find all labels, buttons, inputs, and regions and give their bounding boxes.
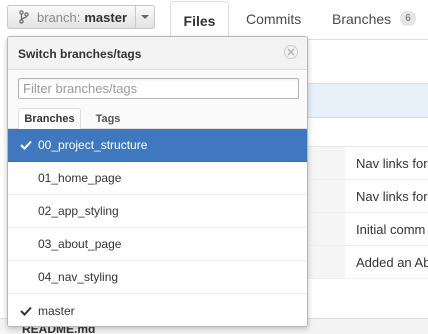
close-icon[interactable]: [284, 45, 298, 59]
tab-branches[interactable]: Branches: [332, 11, 391, 27]
branch-list: 00_project_structure 01_home_page 02_app…: [8, 129, 307, 326]
branches-count-badge: 6: [400, 11, 416, 26]
branch-item-label: 02_app_styling: [38, 204, 119, 218]
dropdown-title: Switch branches/tags: [18, 47, 142, 61]
tab-files[interactable]: Files: [170, 1, 229, 40]
tab-commits[interactable]: Commits: [246, 11, 301, 27]
branch-item-label: 01_home_page: [38, 171, 122, 185]
tab-tags-list[interactable]: Tags: [88, 108, 128, 129]
branch-item-01-home-page[interactable]: 01_home_page: [8, 162, 307, 195]
filter-branches-input[interactable]: [18, 78, 299, 99]
branch-item-00-project-structure[interactable]: 00_project_structure: [8, 129, 307, 162]
latest-commit-bar: [300, 83, 428, 118]
file-row[interactable]: Nav links for: [300, 147, 428, 180]
branch-icon: [17, 10, 31, 24]
file-table: Nav links for Nav links for Initial comm…: [300, 146, 428, 282]
repo-nav-tabs: Files Commits Branches 6: [170, 0, 428, 40]
filter-wrapper: [8, 71, 307, 104]
caret-down-icon: [141, 15, 149, 19]
file-row[interactable]: Added an Ab: [300, 246, 428, 279]
checkmark-icon: [20, 140, 32, 150]
branch-switcher-button[interactable]: branch: master: [7, 5, 155, 29]
repo-topbar: branch: master Files Commits Branches 6: [0, 0, 428, 40]
file-row[interactable]: Nav links for: [300, 180, 428, 213]
dropdown-header: Switch branches/tags: [8, 37, 307, 70]
branch-switcher-dropdown: Switch branches/tags Branches Tags 00_pr…: [7, 36, 308, 327]
branch-item-03-about-page[interactable]: 03_about_page: [8, 228, 307, 261]
file-commit-message[interactable]: Nav links for: [356, 189, 428, 204]
tab-branches-list[interactable]: Branches: [18, 108, 81, 130]
file-row[interactable]: Initial comm: [300, 213, 428, 246]
branch-item-master[interactable]: master: [8, 294, 307, 326]
branch-label: branch:: [37, 9, 81, 25]
branch-value: master: [84, 9, 128, 25]
branch-item-label: master: [38, 303, 75, 318]
file-commit-message[interactable]: Nav links for: [356, 156, 428, 171]
file-commit-message[interactable]: Added an Ab: [356, 255, 428, 270]
checkmark-icon: [20, 306, 32, 316]
dropdown-tabs: Branches Tags: [8, 104, 307, 130]
branch-item-label: 00_project_structure: [38, 138, 148, 152]
file-commit-message[interactable]: Initial comm: [356, 222, 425, 237]
branch-item-02-app-styling[interactable]: 02_app_styling: [8, 195, 307, 228]
branch-item-04-nav-styling[interactable]: 04_nav_styling: [8, 261, 307, 294]
branch-item-label: 04_nav_styling: [38, 270, 119, 284]
branch-dropdown-toggle[interactable]: [135, 6, 154, 28]
branch-item-label: 03_about_page: [38, 237, 122, 251]
